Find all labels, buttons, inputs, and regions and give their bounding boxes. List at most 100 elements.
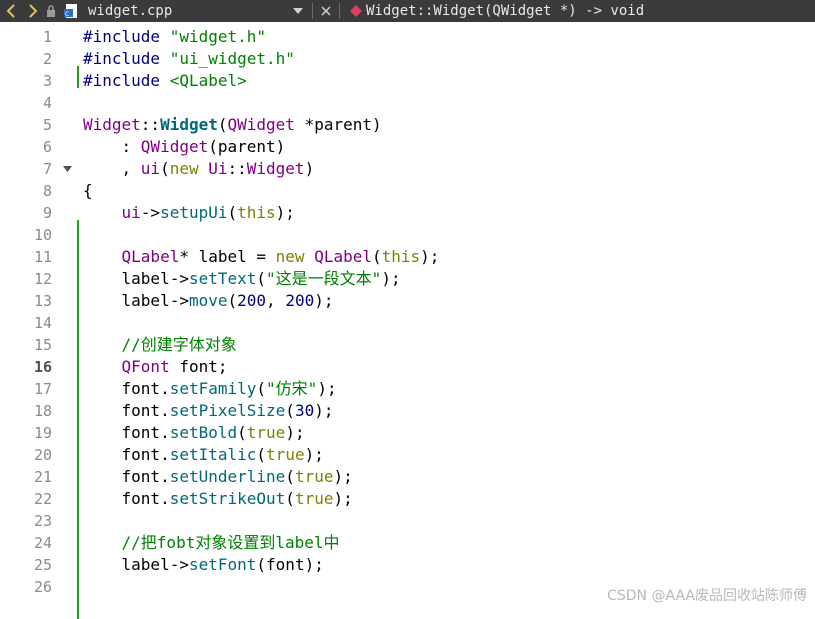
code-token: : <box>83 137 141 156</box>
code-line[interactable]: //把fobt对象设置到label中 <box>83 532 340 554</box>
code-line[interactable]: QLabel* label = new QLabel(this); <box>83 246 440 268</box>
code-token: ); <box>381 269 401 288</box>
code-token: ( <box>160 159 170 178</box>
line-number: 5 <box>42 116 52 134</box>
code-token: font. <box>83 467 170 486</box>
code-token: this <box>237 203 276 222</box>
code-token: ); <box>285 423 305 442</box>
line-number: 24 <box>33 534 52 552</box>
code-token: font. <box>83 423 170 442</box>
code-line[interactable]: #include "ui_widget.h" <box>83 48 295 70</box>
code-token: ui <box>121 203 141 222</box>
code-line[interactable]: #include "widget.h" <box>83 26 266 48</box>
code-line[interactable]: { <box>83 180 93 202</box>
code-token: 200 <box>237 291 267 310</box>
code-token: #include <box>83 71 170 90</box>
code-token: ( <box>285 489 295 508</box>
code-line[interactable]: label->setText("这是一段文本"); <box>83 268 401 290</box>
code-token: true <box>294 489 334 508</box>
file-name[interactable]: widget.cpp <box>88 3 288 19</box>
code-line[interactable]: font.setStrikeOut(true); <box>83 488 353 510</box>
line-number: 16 <box>33 358 52 376</box>
fold-arrow-icon[interactable] <box>62 158 72 180</box>
toolbar-divider <box>312 3 313 19</box>
line-number: 4 <box>42 94 52 112</box>
code-line[interactable]: font.setBold(true); <box>83 422 305 444</box>
line-number: 7 <box>42 160 52 178</box>
code-token: this <box>381 247 421 266</box>
code-token: Widget <box>160 115 218 134</box>
code-token: true <box>246 423 286 442</box>
code-line[interactable]: Widget::Widget(QWidget *parent) <box>83 114 382 136</box>
code-token: ( <box>227 203 238 222</box>
code-token: "ui_widget.h" <box>169 49 295 68</box>
line-number: 17 <box>33 380 52 398</box>
line-number: 14 <box>33 314 52 332</box>
change-marker <box>77 220 79 619</box>
watermark: CSDN @AAA废品回收站陈师傅 <box>607 588 807 604</box>
code-token: "仿宋" <box>266 379 318 398</box>
code-token: , <box>266 291 286 310</box>
lock-icon[interactable] <box>44 0 58 22</box>
code-token: ) <box>304 159 315 178</box>
code-token: font. <box>83 401 170 420</box>
code-token: ( <box>227 291 238 310</box>
code-token: * label = <box>179 247 276 266</box>
code-token: <QLabel> <box>169 71 247 90</box>
line-number: 2 <box>42 50 52 68</box>
code-token: ( <box>237 423 247 442</box>
change-marker <box>77 66 79 88</box>
file-dropdown-icon[interactable] <box>288 8 308 14</box>
code-token: ( <box>256 445 267 464</box>
code-token: ); <box>333 467 353 486</box>
code-line[interactable]: #include <QLabel> <box>83 70 247 92</box>
code-editor[interactable]: 1 2 3 4 5 6 7 8 9 10 11 12 13 14 15 16 17 18 19 20 21 22 23 24 2… <box>0 22 815 619</box>
code-token: font. <box>83 379 170 398</box>
code-token: new <box>169 159 209 178</box>
code-line[interactable]: //创建字体对象 <box>83 334 237 356</box>
code-line[interactable]: label->setFont(font); <box>83 554 324 576</box>
symbol-selector[interactable]: Widget::Widget(QWidget *) -> void <box>366 3 644 19</box>
code-token: setupUi <box>160 203 228 222</box>
code-token: ); <box>304 445 324 464</box>
code-token: (font); <box>256 555 324 574</box>
code-line[interactable]: ui->setupUi(this); <box>83 202 295 224</box>
code-line[interactable]: font.setUnderline(true); <box>83 466 353 488</box>
code-line[interactable]: , ui(new Ui::Widget) <box>83 158 315 180</box>
code-token: Ui <box>208 159 228 178</box>
code-token: 30 <box>294 401 315 420</box>
code-line[interactable]: font.setPixelSize(30); <box>83 400 334 422</box>
code-line[interactable]: QFont font; <box>83 356 228 378</box>
close-icon[interactable] <box>317 6 335 16</box>
code-token: ( <box>285 401 295 420</box>
code-token: font; <box>169 357 228 376</box>
cpp-file-icon: C <box>64 3 80 19</box>
line-number: 3 <box>42 72 52 90</box>
code-token: ( <box>256 379 267 398</box>
code-token: QLabel <box>121 247 180 266</box>
code-token: ); <box>333 489 353 508</box>
code-line[interactable]: label->move(200, 200); <box>83 290 334 312</box>
line-number: 11 <box>33 248 52 266</box>
line-number: 22 <box>33 490 52 508</box>
code-token: QWidget <box>227 115 295 134</box>
line-number: 23 <box>33 512 52 530</box>
line-number: 12 <box>33 270 52 288</box>
code-token: //创建字体对象 <box>83 335 237 354</box>
code-token: ); <box>420 247 440 266</box>
code-token: new <box>275 247 315 266</box>
code-token: ); <box>314 401 334 420</box>
code-token: QFont <box>121 357 170 376</box>
code-token: setBold <box>169 423 238 442</box>
code-line[interactable]: : QWidget(parent) <box>83 136 286 158</box>
code-token: setPixelSize <box>169 401 286 420</box>
code-line[interactable]: font.setFamily("仿宋"); <box>83 378 337 400</box>
forward-icon[interactable] <box>22 0 44 22</box>
code-token: //把fobt对象设置到label中 <box>83 533 340 552</box>
back-icon[interactable] <box>0 0 22 22</box>
code-token: font. <box>83 445 170 464</box>
code-line[interactable]: font.setItalic(true); <box>83 444 324 466</box>
code-token: ( <box>285 467 295 486</box>
line-number: 25 <box>33 556 52 574</box>
